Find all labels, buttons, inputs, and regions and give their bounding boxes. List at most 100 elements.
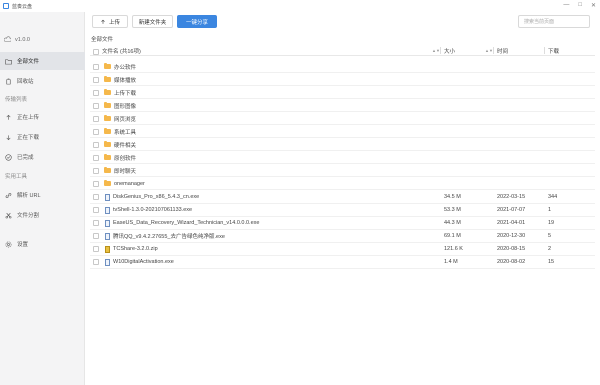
file-name: 腾讯QQ_v9.4.2.27655_去广告绿色纯净版.exe bbox=[113, 234, 225, 241]
file-name: EaseUS_Data_Recovery_Wizard_Technician_v… bbox=[113, 220, 260, 227]
exe-file-icon bbox=[105, 193, 110, 201]
table-row[interactable]: 上传下载 bbox=[90, 86, 595, 100]
row-checkbox[interactable] bbox=[93, 63, 99, 70]
row-checkbox[interactable] bbox=[93, 89, 99, 96]
folder-name: 系统工具 bbox=[114, 129, 137, 136]
exe-file-icon bbox=[105, 232, 110, 240]
new-folder-button[interactable]: 新建文件夹 bbox=[132, 15, 173, 28]
row-checkbox[interactable] bbox=[93, 207, 99, 214]
recycle-bin-icon bbox=[6, 78, 11, 84]
folder-name: 网页浏览 bbox=[114, 116, 137, 123]
file-name-cell: 腾讯QQ_v9.4.2.27655_去广告绿色纯净版.exe bbox=[104, 230, 434, 243]
minimize-button[interactable]: — bbox=[563, 2, 569, 9]
table-row[interactable]: TCShare-3.2.0.zip 121.6 K 2020-08-15 2 bbox=[90, 243, 595, 256]
sort-indicator[interactable]: ▲▼ bbox=[430, 45, 440, 56]
file-name-cell: 办公软件 bbox=[104, 60, 136, 73]
file-size: 53.3 M bbox=[444, 207, 461, 214]
file-name-cell: 硬件相关 bbox=[104, 138, 136, 151]
table-row[interactable]: onemanager bbox=[90, 177, 595, 191]
table-row[interactable]: 即时聊天 bbox=[90, 164, 595, 178]
folder-name: 硬件相关 bbox=[114, 142, 137, 149]
file-downloads: 15 bbox=[548, 259, 555, 266]
row-checkbox[interactable] bbox=[93, 194, 99, 200]
sidebar-item-label: 全部文件 bbox=[17, 59, 40, 65]
file-size: 121.6 K bbox=[444, 246, 463, 253]
row-checkbox[interactable] bbox=[93, 259, 99, 266]
file-size: 1.4 M bbox=[444, 259, 458, 266]
table-row[interactable]: 媒体播放 bbox=[90, 73, 595, 87]
maximize-button[interactable]: □ bbox=[578, 2, 582, 9]
folder-name: onemanager bbox=[114, 180, 145, 187]
row-checkbox[interactable] bbox=[93, 128, 99, 135]
sidebar-item-downloading[interactable]: 正在下载 bbox=[0, 128, 85, 146]
folder-icon bbox=[104, 167, 111, 174]
upload-icon bbox=[6, 114, 11, 120]
table-row[interactable]: 原创软件 bbox=[90, 151, 595, 165]
folder-icon bbox=[104, 128, 111, 135]
table-row[interactable]: tvShell-1.3.0-202107061133.exe 53.3 M 2021… bbox=[90, 204, 595, 217]
file-time: 2021-04-01 bbox=[497, 220, 526, 227]
upload-button[interactable]: 上传 bbox=[92, 15, 128, 28]
file-name-cell: DiskGenius_Pro_x86_5.4.3_cn.exe bbox=[104, 191, 434, 204]
file-name-cell: tvShell-1.3.0-202107061133.exe bbox=[104, 204, 434, 217]
row-checkbox[interactable] bbox=[93, 220, 99, 227]
row-checkbox[interactable] bbox=[93, 154, 99, 161]
table-row[interactable]: DiskGenius_Pro_x86_5.4.3_cn.exe 34.5 M 202… bbox=[90, 191, 595, 204]
sidebar-item-label: 已完成 bbox=[17, 155, 34, 161]
sidebar-item-completed[interactable]: 已完成 bbox=[0, 148, 85, 166]
select-all-checkbox[interactable] bbox=[93, 48, 99, 55]
sidebar-item-recycle-bin[interactable]: 回收站 bbox=[0, 72, 85, 90]
table-row[interactable]: 图形图像 bbox=[90, 99, 595, 113]
cloud-icon bbox=[4, 36, 11, 42]
sidebar-item-label: 回收站 bbox=[17, 79, 34, 85]
sort-icon: ▲▼ bbox=[432, 48, 440, 53]
folder-name: 原创软件 bbox=[114, 155, 137, 162]
breadcrumb[interactable]: 全部文件 bbox=[91, 35, 113, 43]
search-input[interactable]: 搜索当前页面 bbox=[518, 15, 590, 28]
sort-indicator[interactable]: ▲▼ bbox=[483, 45, 493, 56]
share-button-label: 一键分享 bbox=[185, 19, 208, 26]
sidebar-item-all-files[interactable]: 全部文件 bbox=[0, 52, 85, 70]
sidebar-item-parse-url[interactable]: 解析 URL bbox=[0, 186, 85, 204]
share-button[interactable]: 一键分享 bbox=[177, 15, 217, 28]
gear-icon bbox=[5, 241, 12, 247]
main-panel: 上传 新建文件夹 一键分享 搜索当前页面 全部文件 文件名 (共16项) ▲▼ … bbox=[85, 12, 600, 385]
row-checkbox[interactable] bbox=[93, 141, 99, 148]
table-row[interactable]: W10DigitalActivation.exe 1.4 M 2020-08-02 1… bbox=[90, 256, 595, 269]
folder-icon bbox=[104, 154, 111, 161]
sidebar-item-file-split[interactable]: 文件分割 bbox=[0, 206, 85, 224]
table-row[interactable]: 网页浏览 bbox=[90, 112, 595, 126]
column-header-name[interactable]: 文件名 (共16项) bbox=[102, 45, 141, 56]
table-row[interactable]: 腾讯QQ_v9.4.2.27655_去广告绿色纯净版.exe 69.1 M 2020… bbox=[90, 230, 595, 243]
sidebar: v1.0.0 全部文件 回收站 传输列表 正在上传 正在下载 已完成 实用工具 … bbox=[0, 12, 85, 385]
row-checkbox[interactable] bbox=[93, 180, 99, 187]
folder-name: 即时聊天 bbox=[114, 168, 137, 175]
column-header-downloads[interactable]: 下载 bbox=[548, 45, 559, 56]
row-checkbox[interactable] bbox=[93, 115, 99, 122]
folder-name: 图形图像 bbox=[114, 103, 137, 110]
close-button[interactable]: ✕ bbox=[591, 2, 596, 9]
sidebar-item-uploading[interactable]: 正在上传 bbox=[0, 108, 85, 126]
table-header: 文件名 (共16项) ▲▼ 大小 ▲▼ 时间 下载 bbox=[90, 45, 595, 56]
folder-name: 媒体播放 bbox=[114, 77, 137, 84]
table-row[interactable]: 办公软件 bbox=[90, 60, 595, 73]
row-checkbox[interactable] bbox=[93, 233, 99, 240]
row-checkbox[interactable] bbox=[93, 167, 99, 174]
column-header-size[interactable]: 大小 bbox=[444, 45, 455, 56]
row-checkbox[interactable] bbox=[93, 246, 99, 253]
row-checkbox[interactable] bbox=[93, 76, 99, 83]
file-downloads: 19 bbox=[548, 220, 555, 227]
table-row[interactable]: 硬件相关 bbox=[90, 138, 595, 152]
sidebar-item-settings[interactable]: 设置 bbox=[0, 235, 85, 253]
column-header-time[interactable]: 时间 bbox=[497, 45, 508, 56]
file-name: TCShare-3.2.0.zip bbox=[113, 246, 158, 253]
file-downloads: 344 bbox=[548, 194, 558, 200]
download-icon bbox=[6, 134, 11, 140]
table-row[interactable]: 系统工具 bbox=[90, 125, 595, 139]
sort-icon: ▲▼ bbox=[485, 48, 493, 53]
table-row[interactable]: EaseUS_Data_Recovery_Wizard_Technician_v… bbox=[90, 217, 595, 230]
sidebar-item-label: 正在下载 bbox=[17, 135, 40, 141]
file-size: 34.5 M bbox=[444, 194, 461, 200]
app-logo-icon bbox=[3, 3, 9, 9]
row-checkbox[interactable] bbox=[93, 102, 99, 109]
